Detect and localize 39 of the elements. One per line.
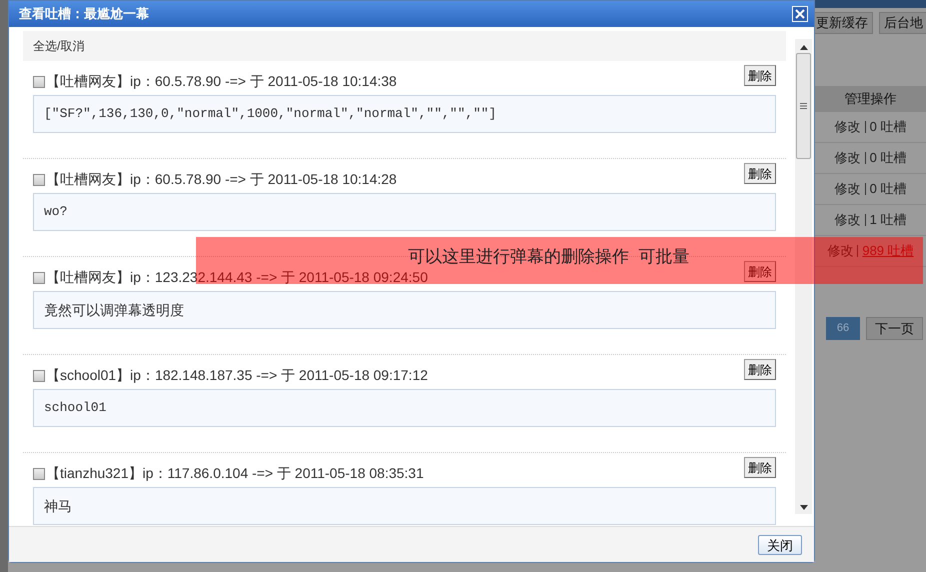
delete-button[interactable]: 删除 <box>744 65 776 86</box>
edit-link[interactable]: 修改 <box>834 148 861 168</box>
scroll-up-icon[interactable] <box>800 45 808 50</box>
edit-link[interactable]: 修改 <box>834 210 861 230</box>
checkbox[interactable] <box>33 272 45 284</box>
delete-button[interactable]: 删除 <box>744 359 776 380</box>
toolbar-button[interactable]: 更新缓存 <box>815 12 873 34</box>
checkbox[interactable] <box>33 370 45 382</box>
toolbar-button[interactable]: 后台地 <box>879 12 926 34</box>
checkbox[interactable] <box>33 76 45 88</box>
comment-content: school01 <box>33 389 776 427</box>
count-text: 1 吐槽 <box>870 211 906 230</box>
comment-meta: 【吐槽网友】ip：60.5.78.90 -=> 于 2011-05-18 10:14:28 <box>46 170 397 189</box>
checkbox[interactable] <box>33 174 45 186</box>
count-text: 0 吐槽 <box>870 180 906 198</box>
dialog-title: 查看吐槽：最尴尬一幕 <box>19 5 149 24</box>
scroll-down-icon[interactable] <box>800 505 808 510</box>
delete-button[interactable]: 删除 <box>744 457 776 478</box>
count-text: 0 吐槽 <box>870 118 906 136</box>
comment-meta: 【吐槽网友】ip：60.5.78.90 -=> 于 2011-05-18 10:14:38 <box>46 72 397 91</box>
comment-content: 神马 <box>33 487 776 525</box>
edit-link[interactable]: 修改 <box>834 179 861 199</box>
delete-button[interactable]: 删除 <box>744 261 776 282</box>
comment-meta: 【school01】ip：182.148.187.35 -=> 于 2011-05-18 09:17:12 <box>46 366 428 385</box>
comment-content: wo? <box>33 193 776 231</box>
close-icon[interactable] <box>792 6 808 22</box>
delete-button[interactable]: 删除 <box>744 163 776 184</box>
table-header: 管理操作 <box>815 86 926 112</box>
comment-content: ["SF?",136,130,0,"normal",1000,"normal","normal","","",""] <box>33 95 776 133</box>
checkbox[interactable] <box>33 468 45 480</box>
close-button[interactable]: 关闭 <box>758 534 802 554</box>
next-page-button[interactable]: 下一页 <box>866 317 923 340</box>
scrollbar[interactable] <box>795 39 812 514</box>
count-text: 0 吐槽 <box>870 149 906 168</box>
edit-link[interactable]: 修改 <box>834 117 861 137</box>
select-all-link[interactable]: 全选/取消 <box>33 37 84 55</box>
comment-content: 竟然可以调弹幕透明度 <box>33 291 776 329</box>
scroll-thumb[interactable] <box>796 53 811 159</box>
comment-meta: 【tianzhu321】ip：117.86.0.104 -=> 于 2011-05-18 08:35:31 <box>46 464 424 483</box>
